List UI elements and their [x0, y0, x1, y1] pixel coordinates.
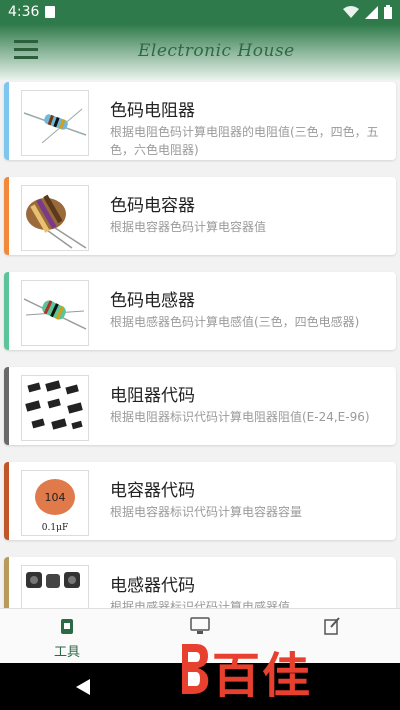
list-item-color-resistor[interactable]: 色码电阻器 根据电阻色码计算电阻器的电阻值(三色，四色，五色，六色电阻器) [4, 82, 396, 160]
list-item-color-inductor[interactable]: 色码电感器 根据电感器色码计算电感值(三色，四色电感器) [4, 272, 396, 350]
accent-bar [4, 462, 9, 540]
nav-tab-label: 工具 [53, 645, 80, 660]
list-item-inductor-code[interactable]: 电感器代码 根据电感器标识代码计算电感器值 [4, 557, 396, 608]
status-bar: 4:36 [0, 0, 400, 24]
item-title: 色码电阻器 [110, 101, 195, 121]
resistor-thumbnail [21, 90, 89, 156]
item-title: 电容器代码 [110, 481, 195, 501]
signal-icon [365, 5, 378, 19]
item-description: 根据电阻色码计算电阻器的电阻值(三色，四色，五色，六色电阻器) [110, 125, 379, 157]
accent-bar [4, 367, 9, 445]
list-item-resistor-code[interactable]: 电阻器代码 根据电阻器标识代码计算电阻器阻值(E-24,E-96) [4, 367, 396, 445]
watermark-logo: 百佳 [178, 632, 378, 704]
accent-bar [4, 557, 9, 608]
wifi-icon [343, 5, 359, 18]
smd-inductor-thumbnail [21, 565, 89, 608]
watermark-mark-icon [182, 644, 209, 694]
item-description: 根据电感器色码计算电感值(三色，四色电感器) [110, 315, 360, 329]
accent-bar [4, 82, 9, 160]
inductor-thumbnail [21, 280, 89, 346]
item-description: 根据电阻器标识代码计算电阻器阻值(E-24,E-96) [110, 410, 370, 424]
menu-icon[interactable] [14, 40, 40, 60]
ceramic-capacitor-thumbnail: 104 0.1μF [21, 470, 89, 536]
status-time: 4:36 [8, 4, 40, 20]
watermark-text: 百佳 [212, 648, 313, 704]
smd-resistor-thumbnail [21, 375, 89, 441]
capacitor-code-label: 104 [45, 491, 66, 504]
nav-tab-tools[interactable]: 工具 [37, 617, 97, 660]
app-bar: Electronic House [0, 24, 400, 80]
sd-card-icon [45, 6, 55, 18]
list-item-capacitor-code[interactable]: 104 0.1μF 电容器代码 根据电容器标识代码计算电容器容量 [4, 462, 396, 540]
item-description: 根据电容器色码计算电容器值 [110, 220, 267, 234]
tool-list: 色码电阻器 根据电阻色码计算电阻器的电阻值(三色，四色，五色，六色电阻器) 色码… [0, 80, 400, 608]
app-title: Electronic House [138, 41, 295, 61]
item-description: 根据电感器标识代码计算电感器值 [110, 600, 291, 608]
capacitor-value-label: 0.1μF [42, 523, 68, 533]
item-title: 电感器代码 [110, 576, 195, 596]
back-icon[interactable] [76, 679, 90, 695]
item-title: 色码电感器 [110, 291, 195, 311]
battery-icon [384, 5, 392, 19]
item-title: 电阻器代码 [110, 386, 195, 406]
item-description: 根据电容器标识代码计算电容器容量 [110, 505, 303, 519]
list-item-color-capacitor[interactable]: 色码电容器 根据电容器色码计算电容器值 [4, 177, 396, 255]
accent-bar [4, 177, 9, 255]
item-title: 色码电容器 [110, 196, 195, 216]
capacitor-thumbnail [21, 185, 89, 251]
accent-bar [4, 272, 9, 350]
tools-icon [61, 619, 73, 634]
